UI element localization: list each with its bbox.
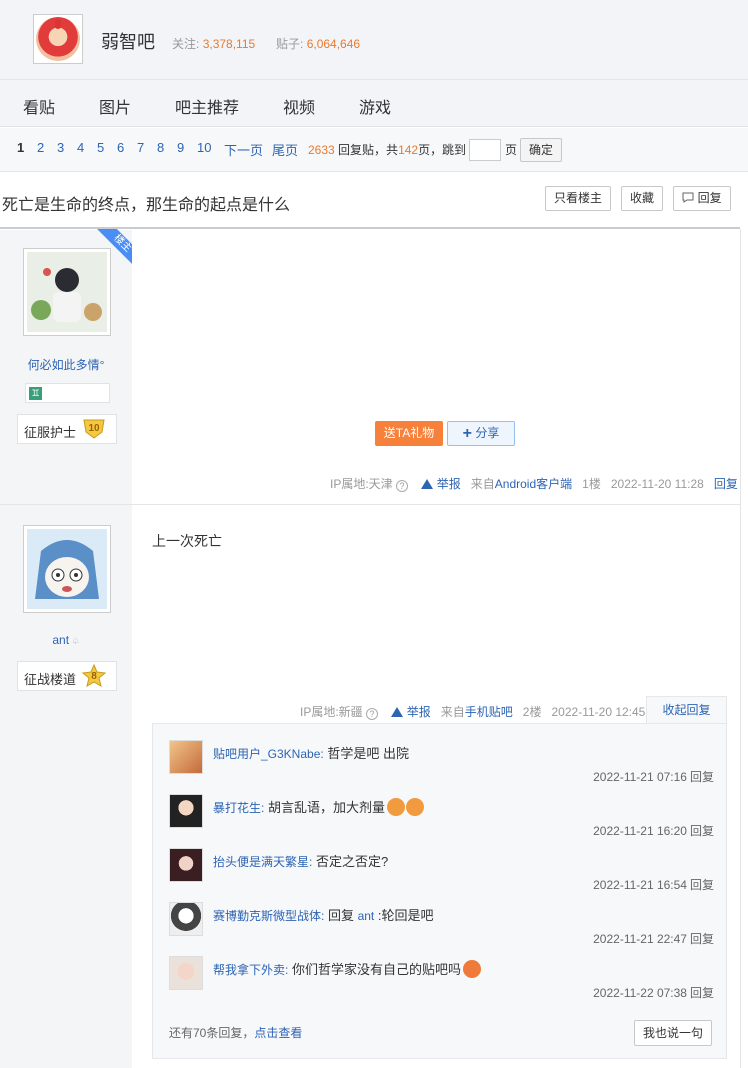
- post2-badge[interactable]: 征战楼道 8: [17, 661, 117, 691]
- sub-reply: 抬头便是满天繁星: 否定之否定? 2022-11-21 16:54 回复: [169, 848, 714, 900]
- share-button[interactable]: + 分享: [447, 421, 515, 446]
- zodiac-icon: ♊: [29, 387, 42, 400]
- tab-images[interactable]: 图片: [99, 94, 131, 118]
- post2-content: 上一次死亡: [152, 533, 222, 549]
- sub-reply-avatar[interactable]: [169, 902, 203, 936]
- sub-reply-box: 贴吧用户_G3KNabe: 哲学是吧 出院 2022-11-21 07:16 回复…: [152, 723, 727, 1059]
- page-8[interactable]: 8: [157, 140, 164, 155]
- sub-reply-reply-link[interactable]: 回复: [690, 986, 714, 1000]
- report-link[interactable]: 举报: [437, 477, 461, 491]
- page-3[interactable]: 3: [57, 140, 64, 155]
- plus-icon: +: [462, 425, 472, 442]
- help-circle-icon[interactable]: ?: [396, 480, 409, 492]
- page-unit: 页: [505, 143, 518, 157]
- user-icon-strip: ♊: [25, 383, 110, 403]
- page-2[interactable]: 2: [37, 140, 44, 155]
- sub-reply-username[interactable]: 帮我拿下外卖:: [213, 963, 288, 977]
- view-more-link[interactable]: 点击查看: [254, 1026, 302, 1040]
- right-edge: [740, 229, 748, 1068]
- forum-name[interactable]: 弱智吧: [101, 28, 155, 54]
- page-10[interactable]: 10: [197, 140, 211, 155]
- angry-emoji-icon: [462, 960, 481, 978]
- jump-label: 跳到: [442, 143, 467, 157]
- more-replies: 还有70条回复，点击查看: [169, 1026, 303, 1040]
- pager: 1 2 3 4 5 6 7 8 9 10 下一页 尾页 2633 回复贴，共14…: [0, 128, 748, 172]
- sub-reply-avatar[interactable]: [169, 956, 203, 990]
- post1-badge[interactable]: 征服护士 10: [17, 414, 117, 444]
- only-op-button[interactable]: 只看楼主: [545, 186, 611, 211]
- sub-reply: 帮我拿下外卖: 你们哲学家没有自己的贴吧吗 2022-11-22 07:38 回复: [169, 956, 714, 1008]
- thread-title: 死亡是生命的终点，那生命的起点是什么: [2, 197, 291, 214]
- last-page-link[interactable]: 尾页: [272, 140, 298, 159]
- avatar-image: [27, 529, 107, 609]
- report-link[interactable]: 举报: [407, 705, 431, 719]
- client-link[interactable]: 手机贴吧: [465, 705, 513, 719]
- post2-meta: IP属地:新疆 ? 举报 来自手机贴吧 2楼 2022-11-20 12:45: [300, 705, 646, 720]
- mention-link[interactable]: ant: [358, 909, 375, 923]
- page-7[interactable]: 7: [137, 140, 144, 155]
- collapse-replies-button[interactable]: 收起回复: [646, 696, 727, 724]
- reply-too-button[interactable]: 我也说一句: [634, 1020, 712, 1046]
- page-1: 1: [17, 140, 25, 155]
- post1-username[interactable]: 何必如此多情°: [0, 356, 132, 373]
- grimace-emoji-icon: [386, 798, 405, 816]
- page-jump-input[interactable]: [469, 139, 501, 161]
- sub-reply-username[interactable]: 暴打花生:: [213, 801, 264, 815]
- post1-author-panel: 何必如此多情° ♊ 征服护士 10: [0, 230, 132, 504]
- avatar-image: [27, 252, 107, 332]
- reply-button[interactable]: 回复: [673, 186, 731, 211]
- post1-reply-link[interactable]: 回复: [714, 477, 738, 491]
- sub-reply: 贴吧用户_G3KNabe: 哲学是吧 出院 2022-11-21 07:16 回复: [169, 740, 714, 792]
- tab-games[interactable]: 游戏: [359, 94, 391, 118]
- favorite-button[interactable]: 收藏: [621, 186, 663, 211]
- confirm-jump-button[interactable]: 确定: [520, 138, 562, 162]
- sub-reply-reply-link[interactable]: 回复: [690, 932, 714, 946]
- sub-reply-username[interactable]: 赛博勤克斯微型战体:: [213, 909, 324, 923]
- grimace-emoji-icon: [405, 798, 424, 816]
- post1-meta: IP属地:天津 ? 举报 来自Android客户端 1楼 2022-11-20 …: [330, 477, 738, 492]
- send-gift-button[interactable]: 送TA礼物: [375, 421, 443, 446]
- page-9[interactable]: 9: [177, 140, 184, 155]
- client-link[interactable]: Android客户端: [495, 477, 572, 491]
- forum-nav: 看贴 图片 吧主推荐 视频 游戏: [0, 80, 748, 127]
- tab-recommended[interactable]: 吧主推荐: [175, 94, 239, 118]
- post2-author-panel: ant ♤ 征战楼道 8: [0, 505, 132, 1068]
- sub-reply: 暴打花生: 胡言乱语，加大剂量 2022-11-21 16:20 回复: [169, 794, 714, 846]
- sub-reply-username[interactable]: 抬头便是满天繁星:: [213, 855, 312, 869]
- follow-stat: 关注: 3,378,115: [172, 37, 256, 51]
- posts-stat: 贴子: 6,064,646: [276, 37, 361, 51]
- gender-icon: ♤: [69, 636, 80, 646]
- help-circle-icon[interactable]: ?: [366, 708, 379, 720]
- sub-reply-reply-link[interactable]: 回复: [690, 824, 714, 838]
- tab-posts[interactable]: 看贴: [23, 94, 55, 118]
- page-5[interactable]: 5: [97, 140, 104, 155]
- sub-reply-avatar[interactable]: [169, 794, 203, 828]
- op-corner-tag: 楼主: [96, 229, 132, 265]
- sub-reply-username[interactable]: 贴吧用户_G3KNabe:: [213, 747, 324, 761]
- warning-triangle-icon: [391, 707, 404, 717]
- tab-videos[interactable]: 视频: [283, 94, 315, 118]
- sub-reply-avatar[interactable]: [169, 740, 203, 774]
- post2-avatar[interactable]: [23, 525, 111, 613]
- sub-reply-reply-link[interactable]: 回复: [690, 878, 714, 892]
- forum-avatar[interactable]: [33, 14, 83, 64]
- warning-triangle-icon: [421, 479, 434, 489]
- reply-summary: 2633 回复贴，共142页，: [308, 143, 443, 157]
- next-page-link[interactable]: 下一页: [224, 140, 263, 159]
- sub-reply: 赛博勤克斯微型战体: 回复 ant :轮回是吧 2022-11-21 22:47…: [169, 902, 714, 954]
- forum-header: 弱智吧 关注: 3,378,115 贴子: 6,064,646: [0, 0, 748, 80]
- sub-reply-reply-link[interactable]: 回复: [690, 770, 714, 784]
- post2-username[interactable]: ant ♤: [0, 633, 132, 647]
- sub-reply-avatar[interactable]: [169, 848, 203, 882]
- speech-bubble-icon: [682, 192, 694, 203]
- page-4[interactable]: 4: [77, 140, 84, 155]
- page-6[interactable]: 6: [117, 140, 124, 155]
